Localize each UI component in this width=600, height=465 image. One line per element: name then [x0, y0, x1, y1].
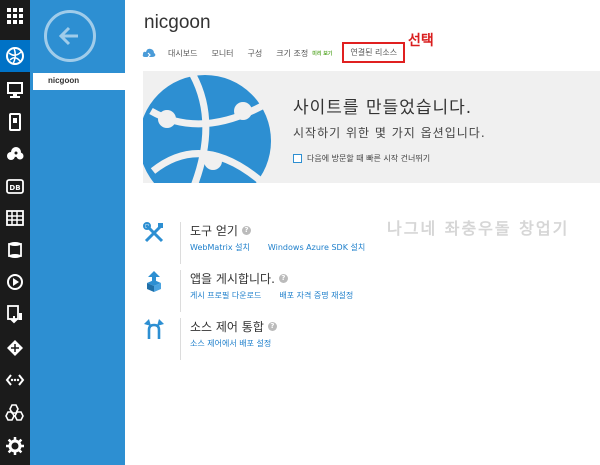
virtual-machines-icon[interactable]: [0, 74, 30, 106]
task-divider: [180, 270, 181, 312]
tab-monitor[interactable]: 모니터: [211, 48, 233, 59]
help-icon[interactable]: ?: [278, 274, 288, 283]
reset-deployment-credentials-link[interactable]: 배포 자격 증명 재설정: [279, 290, 353, 301]
web-site-globe-icon: [143, 73, 273, 183]
task-links: 게시 프로필 다운로드 배포 자격 증명 재설정: [190, 290, 371, 301]
cloud-services-icon[interactable]: [0, 138, 30, 170]
annotation-label: 선택: [408, 33, 434, 49]
web-sites-icon[interactable]: [0, 40, 30, 72]
task-divider: [180, 222, 181, 264]
page-title: nicgoon: [144, 12, 211, 33]
media-services-icon[interactable]: [0, 266, 30, 298]
networks-icon[interactable]: [0, 364, 30, 396]
svg-text:DB: DB: [9, 184, 20, 192]
quick-start-banner: 사이트를 만들었습니다. 시작하기 위한 몇 가지 옵션입니다. 다음에 방문할…: [143, 71, 600, 183]
hero-title: 사이트를 만들었습니다.: [293, 98, 473, 118]
arrow-left-icon: [58, 26, 78, 46]
service-bus-icon[interactable]: [0, 298, 30, 330]
publish-icon: [147, 271, 161, 292]
traffic-manager-icon[interactable]: [0, 396, 30, 428]
quick-start-cloud-icon[interactable]: [142, 47, 156, 59]
task-title: 도구 얻기 ?: [190, 222, 251, 239]
site-list-panel: nicgoon: [30, 0, 125, 465]
hdinsight-icon[interactable]: [0, 234, 30, 266]
install-webmatrix-link[interactable]: WebMatrix 설치: [190, 242, 250, 253]
tab-configure[interactable]: 구성: [248, 48, 263, 59]
task-title: 소스 제어 통합 ?: [190, 318, 277, 335]
source-control-icon: [144, 319, 164, 339]
help-icon[interactable]: ?: [241, 226, 251, 235]
tab-dashboard[interactable]: 대시보드: [168, 48, 197, 59]
skip-quick-start-checkbox[interactable]: [293, 154, 302, 163]
site-name: nicgoon: [48, 76, 80, 85]
task-divider: [180, 318, 181, 360]
tools-icon: [143, 222, 164, 243]
grid-icon[interactable]: [0, 0, 30, 32]
skip-quick-start-option[interactable]: 다음에 방문할 때 빠른 시작 건너뛰기: [293, 153, 430, 164]
main-content: nicgoon 대시보드 모니터 구성 크기 조정 미리 보기 연결된 리소스 …: [125, 0, 600, 465]
watermark-text: 나그네 좌충우돌 창업기: [387, 219, 570, 238]
settings-icon[interactable]: [0, 430, 30, 462]
tab-linked-resources[interactable]: 연결된 리소스: [342, 41, 406, 63]
mobile-services-icon[interactable]: [0, 106, 30, 138]
task-title: 앱을 게시합니다. ?: [190, 270, 288, 287]
navigation-rail: DB: [0, 0, 30, 465]
task-links: WebMatrix 설치 Windows Azure SDK 설치: [190, 242, 383, 253]
back-button[interactable]: [44, 10, 96, 62]
setup-deployment-from-source-control-link[interactable]: 소스 제어에서 배포 설정: [190, 338, 271, 349]
site-list-item[interactable]: nicgoon: [30, 73, 125, 90]
install-azure-sdk-link[interactable]: Windows Azure SDK 설치: [268, 242, 365, 253]
tab-bar: 대시보드 모니터 구성 크기 조정 미리 보기 연결된 리소스: [142, 41, 419, 63]
download-publish-profile-link[interactable]: 게시 프로필 다운로드: [190, 290, 261, 301]
sql-databases-icon[interactable]: DB: [0, 170, 30, 202]
skip-quick-start-label: 다음에 방문할 때 빠른 시작 건너뛰기: [307, 154, 431, 163]
storage-icon[interactable]: [0, 202, 30, 234]
visual-studio-online-icon[interactable]: [0, 332, 30, 364]
tab-scale[interactable]: 크기 조정: [276, 48, 308, 59]
preview-badge: 미리 보기: [312, 50, 333, 57]
hero-subtitle: 시작하기 위한 몇 가지 옵션입니다.: [293, 126, 486, 140]
help-icon[interactable]: ?: [267, 322, 277, 331]
task-links: 소스 제어에서 배포 설정: [190, 338, 289, 349]
